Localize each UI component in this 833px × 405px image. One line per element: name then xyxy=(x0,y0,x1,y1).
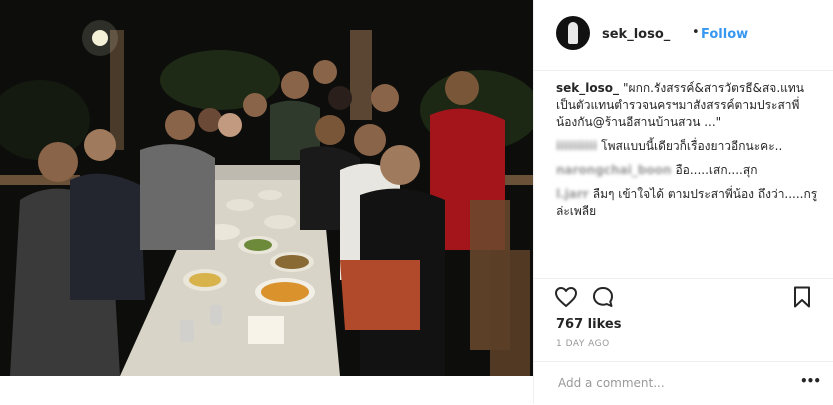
heart-icon[interactable] xyxy=(554,285,578,309)
comment-username[interactable]: l.jarr xyxy=(556,187,589,201)
profile-avatar[interactable] xyxy=(556,16,590,50)
caption-comment: sek_loso_ "ผกก.รังสรรค์&สารวัตรธี&สจ.แทน … xyxy=(556,80,818,131)
post-actions-bar xyxy=(534,278,833,309)
likes-count[interactable]: 767 likes xyxy=(556,317,621,332)
follow-button[interactable]: Follow xyxy=(701,27,748,42)
comment-username[interactable]: narongchai_boon xyxy=(556,163,671,177)
avatar-figure-icon xyxy=(568,22,578,44)
post-header: sek_loso_ • Follow xyxy=(534,0,833,71)
comment-item: iiiiiiiiii โพสแบบนี้เดียวก็เรื่องยาวอีกนะ… xyxy=(556,138,818,155)
instagram-post-view: sek_loso_ • Follow sek_loso_ "ผกก.รังสรรค… xyxy=(0,0,833,404)
bookmark-icon[interactable] xyxy=(790,285,814,309)
post-details-panel: sek_loso_ • Follow sek_loso_ "ผกก.รังสรรค… xyxy=(533,0,833,404)
comment-item: narongchai_boon อือ.....เสก....สุก xyxy=(556,162,818,179)
comment-text: โพสแบบนี้เดียวก็เรื่องยาวอีกนะคะ.. xyxy=(601,139,783,153)
post-author-username[interactable]: sek_loso_ xyxy=(602,27,670,42)
comments-list: sek_loso_ "ผกก.รังสรรค์&สารวัตรธี&สจ.แทน … xyxy=(556,80,818,227)
comment-text: อือ.....เสก....สุก xyxy=(675,163,758,177)
comment-username[interactable]: sek_loso_ xyxy=(556,81,619,95)
comment-username[interactable]: iiiiiiiiii xyxy=(556,139,597,153)
post-photo[interactable] xyxy=(0,0,533,376)
comment-composer: ••• xyxy=(534,361,833,405)
photo-illustration xyxy=(0,0,533,376)
speech-bubble-icon[interactable] xyxy=(591,285,615,309)
add-comment-input[interactable] xyxy=(556,372,780,394)
comment-text: ลืมๆ เข้าใจได้ ตามประสาพี่น้อง ถึงว่า...… xyxy=(556,187,818,218)
comment-item: l.jarr ลืมๆ เข้าใจได้ ตามประสาพี่น้อง ถึง… xyxy=(556,186,818,220)
more-options-icon[interactable]: ••• xyxy=(800,374,821,388)
header-separator: • xyxy=(692,25,700,40)
post-timestamp[interactable]: 1 DAY AGO xyxy=(556,339,610,349)
